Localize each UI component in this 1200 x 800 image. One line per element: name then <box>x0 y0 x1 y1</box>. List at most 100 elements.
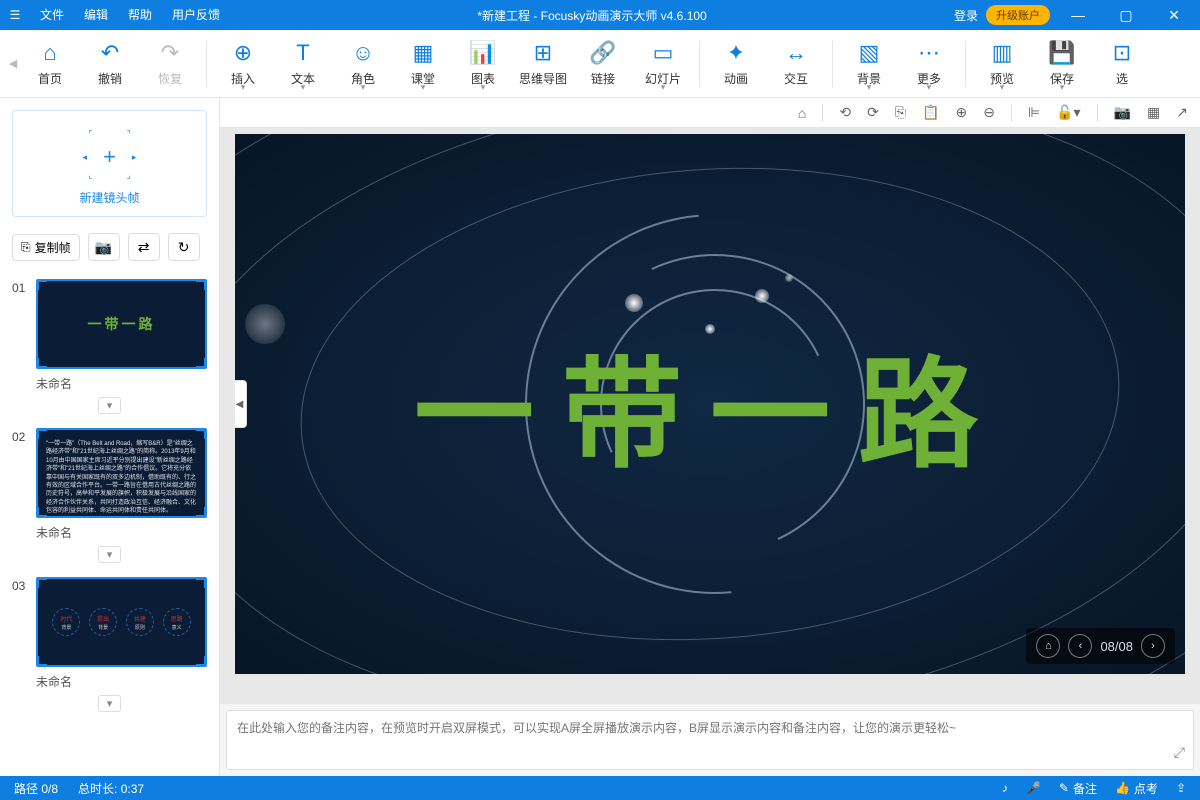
copy-icon[interactable]: ⎘ <box>891 104 910 121</box>
角色-icon: ☺ <box>352 40 374 66</box>
status-voice-icon[interactable]: 🎤 <box>1026 781 1041 795</box>
tool-撤销[interactable]: ↶撤销 <box>80 34 140 94</box>
tool-文本[interactable]: T文本 <box>273 34 333 94</box>
更多-icon: ⋯ <box>918 40 940 66</box>
tool-首页[interactable]: ⌂首页 <box>20 34 80 94</box>
tool-交互[interactable]: ↔交互 <box>766 34 826 94</box>
nav-prev-icon[interactable]: ‹ <box>1068 634 1092 658</box>
main-area: ⌜⌝ ◂+▸ ⌞⌟ 新建镜头帧 ⎘ 复制帧 📷 ⇄ ↻ 01一带一路未命名▾02… <box>0 98 1200 776</box>
slide-label: 未命名 <box>36 673 207 690</box>
slide-item[interactable]: 03 时代背景提出背景共建原则思路意义未命名 ▾ <box>0 569 219 718</box>
transition-button[interactable]: ▾ <box>98 695 122 712</box>
new-frame-label: 新建镜头帧 <box>13 189 206 206</box>
transition-button[interactable]: ▾ <box>98 397 122 414</box>
nav-next-icon[interactable]: › <box>1141 634 1165 658</box>
undo-rotate-icon[interactable]: ⟲ <box>835 104 855 121</box>
tool-动画[interactable]: ✦动画 <box>706 34 766 94</box>
status-share-icon[interactable]: ⇪ <box>1176 781 1186 795</box>
canvas[interactable]: ◀ 一带一路 ⌂ ‹ 08/08 › <box>220 128 1200 704</box>
new-frame-button[interactable]: ⌜⌝ ◂+▸ ⌞⌟ 新建镜头帧 <box>12 110 207 217</box>
titlebar: ☰ 文件编辑帮助用户反馈 *新建工程 - Focusky动画演示大师 v4.6.… <box>0 0 1200 30</box>
幻灯片-icon: ▭ <box>653 40 674 66</box>
status-like-button[interactable]: 👍 点考 <box>1115 780 1158 797</box>
链接-icon: 🔗 <box>589 40 616 66</box>
slide-thumb[interactable]: 一带一路 <box>36 279 207 369</box>
window-title: *新建工程 - Focusky动画演示大师 v4.6.100 <box>230 7 954 24</box>
恢复-icon: ↷ <box>161 40 179 66</box>
notes-input[interactable] <box>227 711 1153 769</box>
tool-思维导图[interactable]: ⊞思维导图 <box>513 34 573 94</box>
toolbar-scroll-left[interactable]: ◀ <box>6 57 20 70</box>
stage[interactable]: ◀ 一带一路 ⌂ ‹ 08/08 › <box>235 134 1185 674</box>
tool-更多[interactable]: ⋯更多 <box>899 34 959 94</box>
minimize-button[interactable]: — <box>1058 0 1098 30</box>
canvas-title[interactable]: 一带一路 <box>414 317 1006 491</box>
tool-幻灯片[interactable]: ▭幻灯片 <box>633 34 693 94</box>
tool-背景[interactable]: ▧背景 <box>839 34 899 94</box>
loop-icon[interactable]: ↻ <box>168 233 200 261</box>
slide-label: 未命名 <box>36 375 207 392</box>
slide-item[interactable]: 02"一带一路"（The Belt and Road，缩写B&R）是"丝绸之路经… <box>0 420 219 569</box>
预览-icon: ▥ <box>992 40 1013 66</box>
文本-icon: T <box>296 40 309 66</box>
paste-icon[interactable]: 📋 <box>918 104 943 121</box>
slide-item[interactable]: 01 一带一路未命名 ▾ <box>0 271 219 420</box>
tool-角色[interactable]: ☺角色 <box>333 34 393 94</box>
slide-number: 01 <box>12 279 30 295</box>
slide-nav: ⌂ ‹ 08/08 › <box>1026 628 1175 664</box>
snapshot-icon[interactable]: 📷 <box>1110 104 1135 121</box>
login-link[interactable]: 登录 <box>954 7 978 24</box>
status-music-icon[interactable]: ♪ <box>1002 781 1008 795</box>
menu-文件[interactable]: 文件 <box>30 0 74 30</box>
zoom-out-icon[interactable]: ⊖ <box>979 104 999 121</box>
canvas-area: ⌂ ⟲ ⟳ ⎘ 📋 ⊕ ⊖ ⊫ 🔓▾ 📷 ▦ ↗ ◀ <box>220 98 1200 776</box>
交互-icon: ↔ <box>785 40 807 66</box>
upgrade-button[interactable]: 升级账户 <box>986 5 1050 25</box>
nav-home-icon[interactable]: ⌂ <box>1036 634 1060 658</box>
动画-icon: ✦ <box>727 40 745 66</box>
maximize-button[interactable]: ▢ <box>1106 0 1146 30</box>
statusbar: 路径 0/8 总时长: 0:37 ♪ 🎤 ✎ 备注 👍 点考 ⇪ <box>0 776 1200 800</box>
app-logo-icon: ☰ <box>0 8 30 22</box>
status-remark-button[interactable]: ✎ 备注 <box>1059 780 1097 797</box>
status-path: 路径 0/8 <box>14 780 58 797</box>
tool-链接[interactable]: 🔗链接 <box>573 34 633 94</box>
tool-预览[interactable]: ▥预览 <box>972 34 1032 94</box>
menu-帮助[interactable]: 帮助 <box>118 0 162 30</box>
redo-rotate-icon[interactable]: ⟳ <box>863 104 883 121</box>
背景-icon: ▧ <box>859 40 880 66</box>
选-icon: ⊡ <box>1113 40 1131 66</box>
图表-icon: 📊 <box>469 40 496 66</box>
grid-icon[interactable]: ▦ <box>1143 104 1164 121</box>
camera-icon[interactable]: 📷 <box>88 233 120 261</box>
copy-frame-button[interactable]: ⎘ 复制帧 <box>12 234 80 261</box>
arrange-icon[interactable]: ⇄ <box>128 233 160 261</box>
tool-选[interactable]: ⊡选 <box>1092 34 1152 94</box>
首页-icon: ⌂ <box>43 40 56 66</box>
lock-icon[interactable]: 🔓▾ <box>1052 104 1084 121</box>
frame-tools: ⎘ 复制帧 📷 ⇄ ↻ <box>0 229 219 271</box>
tool-课堂[interactable]: ▦课堂 <box>393 34 453 94</box>
slide-thumb[interactable]: "一带一路"（The Belt and Road，缩写B&R）是"丝绸之路经济带… <box>36 428 207 518</box>
tool-恢复[interactable]: ↷恢复 <box>140 34 200 94</box>
menu-用户反馈[interactable]: 用户反馈 <box>162 0 230 30</box>
保存-icon: 💾 <box>1048 40 1075 66</box>
课堂-icon: ▦ <box>413 40 434 66</box>
slide-thumb[interactable]: 时代背景提出背景共建原则思路意义 <box>36 577 207 667</box>
slide-number: 03 <box>12 577 30 593</box>
zoom-in-icon[interactable]: ⊕ <box>951 104 971 121</box>
tool-保存[interactable]: 💾保存 <box>1032 34 1092 94</box>
transition-button[interactable]: ▾ <box>98 546 122 563</box>
close-button[interactable]: ✕ <box>1154 0 1194 30</box>
tool-插入[interactable]: ⊕插入 <box>213 34 273 94</box>
expand-icon[interactable]: ↗ <box>1172 104 1192 121</box>
expand-notes-icon[interactable]: ⤢ <box>1174 744 1185 761</box>
home-icon[interactable]: ⌂ <box>794 105 810 121</box>
插入-icon: ⊕ <box>234 40 252 66</box>
tool-图表[interactable]: 📊图表 <box>453 34 513 94</box>
canvas-toolbar: ⌂ ⟲ ⟳ ⎘ 📋 ⊕ ⊖ ⊫ 🔓▾ 📷 ▦ ↗ <box>220 98 1200 128</box>
notes-box: ⤢ <box>226 710 1194 770</box>
align-icon[interactable]: ⊫ <box>1024 104 1044 121</box>
menu-编辑[interactable]: 编辑 <box>74 0 118 30</box>
status-duration: 总时长: 0:37 <box>78 780 144 797</box>
